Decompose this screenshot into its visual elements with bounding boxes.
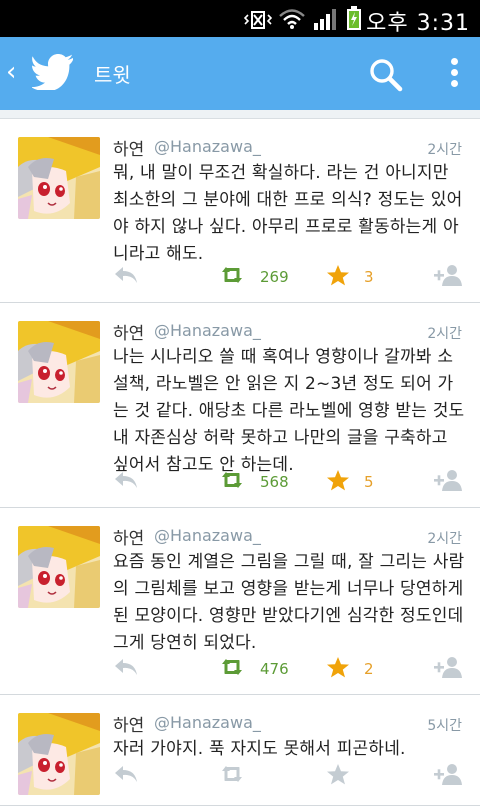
tweet-item[interactable]: 하연 @Hanazawa_ 2시간뭐, 내 말이 무조건 확실하다. 라는 건 아니… <box>0 119 480 303</box>
status-clock: 오후 3:31 <box>366 11 470 36</box>
tweet-actions: 269 3 <box>0 262 480 292</box>
star-icon <box>326 656 350 682</box>
reply-icon <box>113 657 139 681</box>
add-user-icon <box>434 656 462 682</box>
status-bar: 오후 3:31 <box>0 0 480 37</box>
retweet-button[interactable] <box>218 761 260 791</box>
tweet-author-name[interactable]: 하연 <box>113 135 144 160</box>
tweet-author-handle[interactable]: @Hanazawa_ <box>154 526 261 545</box>
status-icons <box>244 6 362 30</box>
tweet-author-name[interactable]: 하연 <box>113 711 144 736</box>
tweet-author-handle[interactable]: @Hanazawa_ <box>154 713 261 732</box>
tweet-author-handle[interactable]: @Hanazawa_ <box>154 321 261 340</box>
star-icon <box>326 264 350 290</box>
tweet-actions: 568 5 <box>0 467 480 497</box>
reply-icon <box>113 265 139 289</box>
favorite-count: 2 <box>364 660 374 678</box>
tweet-author-name[interactable]: 하연 <box>113 524 144 549</box>
back-button[interactable]: ‹ <box>6 57 16 87</box>
retweet-icon <box>218 656 246 682</box>
follow-button[interactable] <box>434 654 462 684</box>
app-bar: ‹ 트윗 <box>0 37 480 110</box>
tweet-timestamp: 5시간 <box>427 718 462 734</box>
tweet-actions: 476 2 <box>0 654 480 684</box>
retweet-button[interactable]: 269 <box>218 262 289 292</box>
list-top-divider <box>0 110 480 119</box>
tweet-author-handle[interactable]: @Hanazawa_ <box>154 137 261 156</box>
retweet-button[interactable]: 568 <box>218 467 289 497</box>
tweet-text: 뭐, 내 말이 무조건 확실하다. 라는 건 아니지만 최소한의 그 분야에 대… <box>113 163 463 264</box>
follow-button[interactable] <box>434 761 462 791</box>
page-title: 트윗 <box>94 63 131 87</box>
follow-button[interactable] <box>434 262 462 292</box>
star-icon <box>326 469 350 495</box>
twitter-logo-icon[interactable] <box>32 54 74 90</box>
reply-button[interactable] <box>113 467 139 497</box>
retweet-icon <box>218 763 246 789</box>
reply-button[interactable] <box>113 761 139 791</box>
battery-charging-icon <box>347 6 361 30</box>
avatar[interactable] <box>18 321 100 403</box>
retweet-icon <box>218 469 246 495</box>
retweet-count: 476 <box>260 660 289 678</box>
favorite-count: 5 <box>364 473 374 491</box>
tweet-timestamp: 2시간 <box>427 142 462 158</box>
follow-button[interactable] <box>434 467 462 497</box>
tweet-timestamp: 2시간 <box>427 531 462 547</box>
search-icon[interactable] <box>368 57 404 93</box>
tweet-text: 요즘 동인 계열은 그림을 그릴 때, 잘 그리는 사람의 그림체를 보고 영향… <box>113 552 465 653</box>
retweet-icon <box>218 264 246 290</box>
avatar[interactable] <box>18 526 100 608</box>
tweet-actions <box>0 761 480 791</box>
overflow-menu-icon[interactable] <box>448 55 460 95</box>
wifi-icon <box>279 9 305 29</box>
tweet-item[interactable]: 하연 @Hanazawa_ 5시간자러 가야지. 푹 자지도 못해서 피곤하네. <box>0 695 480 806</box>
reply-icon <box>113 470 139 494</box>
tweet-text: 자러 가야지. 푹 자지도 못해서 피곤하네. <box>113 739 406 759</box>
star-icon <box>326 763 350 789</box>
add-user-icon <box>434 264 462 290</box>
reply-button[interactable] <box>113 654 139 684</box>
add-user-icon <box>434 469 462 495</box>
favorite-count: 3 <box>364 268 374 286</box>
favorite-button[interactable]: 3 <box>326 262 374 292</box>
favorite-button[interactable]: 2 <box>326 654 374 684</box>
reply-button[interactable] <box>113 262 139 292</box>
vibrate-icon <box>244 11 272 29</box>
reply-icon <box>113 764 139 788</box>
tweet-text: 나는 시나리오 쓸 때 혹여나 영향이나 갈까봐 소설책, 라노벨은 안 읽은 … <box>113 347 465 475</box>
tweet-item[interactable]: 하연 @Hanazawa_ 2시간나는 시나리오 쓸 때 혹여나 영향이나 갈까봐 … <box>0 303 480 508</box>
tweet-author-name[interactable]: 하연 <box>113 319 144 344</box>
signal-icon <box>314 9 336 30</box>
retweet-count: 269 <box>260 268 289 286</box>
tweet-item[interactable]: 하연 @Hanazawa_ 2시간요즘 동인 계열은 그림을 그릴 때, 잘 그리는… <box>0 508 480 695</box>
favorite-button[interactable]: 5 <box>326 467 374 497</box>
favorite-button[interactable] <box>326 761 364 791</box>
avatar[interactable] <box>18 137 100 219</box>
add-user-icon <box>434 763 462 789</box>
tweet-timestamp: 2시간 <box>427 326 462 342</box>
retweet-count: 568 <box>260 473 289 491</box>
retweet-button[interactable]: 476 <box>218 654 289 684</box>
